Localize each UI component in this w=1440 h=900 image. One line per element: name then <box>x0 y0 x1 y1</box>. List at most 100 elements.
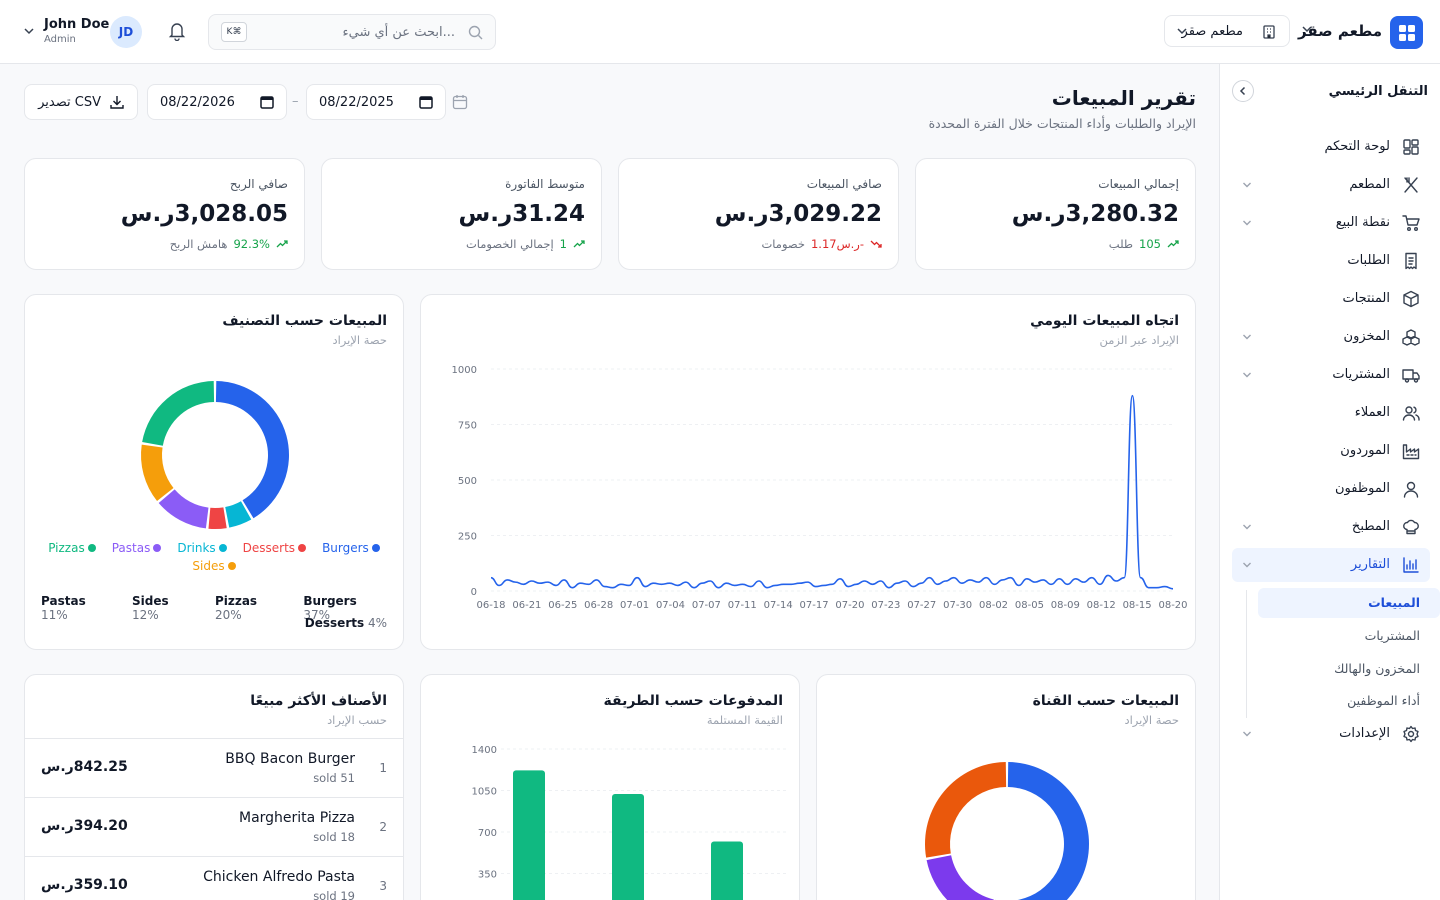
bell-icon[interactable] <box>168 21 186 41</box>
nav-item[interactable]: العملاء <box>1232 396 1430 430</box>
stat-label: إجمالي المبيعات <box>1098 177 1179 191</box>
legend-label: Sides <box>192 559 225 573</box>
nav-item-label: نقطة البيع <box>1335 215 1390 230</box>
stat-note: إجمالي الخصومات <box>465 237 554 251</box>
chart-bars-icon <box>1403 557 1419 573</box>
chevron-down-icon[interactable] <box>1242 371 1252 379</box>
top-items-card: الأصناف الأكثر مبيعًا حسب الإيراد 1 BBQ B… <box>24 674 404 900</box>
legend-swatch <box>153 544 162 552</box>
calendar-icon[interactable] <box>260 95 274 109</box>
stat-card: متوسط الفاتورة 31.24ر.س 1 إجمالي الخصومات <box>321 158 602 270</box>
x-tick-label: 07-30 <box>943 600 972 611</box>
chevron-down-icon[interactable] <box>1242 561 1252 569</box>
nav-item[interactable]: المطبخ <box>1232 510 1430 544</box>
payment-bar <box>711 841 743 900</box>
brand-logo[interactable] <box>1390 16 1423 49</box>
nav-item[interactable]: الموردون <box>1232 434 1430 468</box>
daily-trend-chart: 0 250 500 750 1000 06-18 06-21 06-25 06-28 07-01 0… <box>452 365 1188 611</box>
stat-note: هامش الربح <box>169 237 228 251</box>
export-csv-button[interactable]: تصدير CSV <box>24 84 138 120</box>
avatar[interactable]: JD <box>110 16 142 48</box>
nav-item[interactable]: لوحة التحكم <box>1232 130 1430 164</box>
collapse-sidebar-button[interactable] <box>1232 80 1254 102</box>
stat-delta: -ر.س1.17 <box>810 237 864 251</box>
user-name[interactable]: John Doe <box>44 17 109 32</box>
list-item[interactable]: 1 BBQ Bacon Burger sold 51 842.25ر.س <box>25 738 403 797</box>
y-tick-label: 350 <box>478 870 497 881</box>
nav-item[interactable]: الإعدادات <box>1232 717 1430 751</box>
card-title: المبيعات حسب التصنيف <box>222 313 387 329</box>
channel-card: المبيعات حسب القناة حصة الإيراد <box>816 674 1196 900</box>
channel-slice <box>925 762 1007 858</box>
export-csv-label: تصدير CSV <box>38 95 101 110</box>
channel-slice <box>926 855 994 900</box>
y-tick-label: 700 <box>478 828 497 839</box>
submenu-item[interactable]: المبيعات <box>1258 588 1440 618</box>
chevron-down-icon[interactable] <box>1302 25 1312 33</box>
stat-label: صافي الربح <box>229 177 288 191</box>
nav-item[interactable]: المخزون <box>1232 320 1430 354</box>
stat-delta: 105 <box>1139 237 1161 251</box>
x-tick-label: 07-01 <box>620 600 649 611</box>
submenu-item[interactable]: المشتريات <box>1258 621 1440 651</box>
legend-label: Drinks <box>177 541 216 555</box>
legend-item: Burgers <box>322 541 380 555</box>
x-tick-label: 07-07 <box>692 600 721 611</box>
item-revenue: 359.10ر.س <box>41 877 128 893</box>
payment-bar <box>513 770 545 900</box>
nav-item[interactable]: المطعم <box>1232 168 1430 202</box>
category-slice <box>158 489 209 529</box>
x-tick-label: 06-25 <box>548 600 577 611</box>
trending-up-icon <box>276 240 288 248</box>
receipt-icon <box>1405 252 1417 270</box>
chevron-down-icon[interactable] <box>1242 181 1252 189</box>
nav-item-label: التقارير <box>1350 557 1390 572</box>
submenu-item[interactable]: المخزون والهالك <box>1258 654 1440 684</box>
nav-item-label: الإعدادات <box>1339 726 1390 741</box>
x-tick-label: 07-04 <box>656 600 685 611</box>
category-share-name: Sides <box>132 594 169 608</box>
nav-item[interactable]: الطلبات <box>1232 244 1430 278</box>
calendar-icon[interactable] <box>419 95 433 109</box>
stat-card: إجمالي المبيعات 3,280.32ر.س 105 طلب <box>915 158 1196 270</box>
top-header: مطعم صقر مطعم صقر K⌘ ابحث عن أي شيء... J… <box>0 0 1440 64</box>
list-item[interactable]: 2 Margherita Pizza sold 18 394.20ر.س <box>25 797 403 856</box>
nav-item-label: لوحة التحكم <box>1324 139 1390 154</box>
y-tick-label: 1000 <box>452 365 477 376</box>
nav-item[interactable]: الموظفون <box>1232 472 1430 506</box>
nav-item[interactable]: المنتجات <box>1232 282 1430 316</box>
legend-swatch <box>298 544 307 552</box>
nav-item[interactable]: التقارير <box>1232 548 1430 582</box>
nav-item-label: المطعم <box>1349 177 1390 192</box>
x-tick-label: 06-18 <box>476 600 505 611</box>
category-slice <box>215 381 290 519</box>
nav-item-label: المخزون <box>1343 329 1390 344</box>
date-to-value: 08/22/2026 <box>160 95 235 110</box>
nav-item[interactable]: نقطة البيع <box>1232 206 1430 240</box>
daily-trend-card: اتجاه المبيعات اليومي الإيراد عبر الزمن … <box>420 294 1196 650</box>
nav-item[interactable]: المشتريات <box>1232 358 1430 392</box>
y-tick-label: 750 <box>458 421 477 432</box>
branch-select[interactable]: مطعم صقر <box>1164 15 1290 47</box>
page-title: تقرير المبيعات <box>1051 86 1196 110</box>
chevron-down-icon[interactable] <box>1242 219 1252 227</box>
submenu-item[interactable]: أداء الموظفين <box>1258 686 1440 716</box>
legend-swatch <box>371 544 380 552</box>
chevron-down-icon[interactable] <box>1242 730 1252 738</box>
x-tick-label: 08-02 <box>979 600 1008 611</box>
chevron-down-icon[interactable] <box>24 27 34 35</box>
chevron-down-icon[interactable] <box>1242 523 1252 531</box>
chevron-down-icon[interactable] <box>1242 333 1252 341</box>
x-tick-label: 08-05 <box>1015 600 1044 611</box>
stat-note: خصومات <box>761 237 805 251</box>
item-sold: sold 51 <box>313 771 355 785</box>
date-from-input[interactable]: 08/22/2025 <box>306 84 446 120</box>
search-input[interactable]: K⌘ ابحث عن أي شيء... <box>208 14 496 50</box>
date-to-input[interactable]: 08/22/2026 <box>147 84 287 120</box>
stat-label: متوسط الفاتورة <box>505 177 585 191</box>
users-icon <box>1402 406 1420 421</box>
category-shares: Desserts 4% <box>41 616 387 630</box>
list-item[interactable]: 3 Chicken Alfredo Pasta sold 19 359.10ر.س <box>25 856 403 900</box>
factory-icon <box>1402 444 1420 460</box>
branch-label: مطعم صقر <box>1181 24 1243 39</box>
